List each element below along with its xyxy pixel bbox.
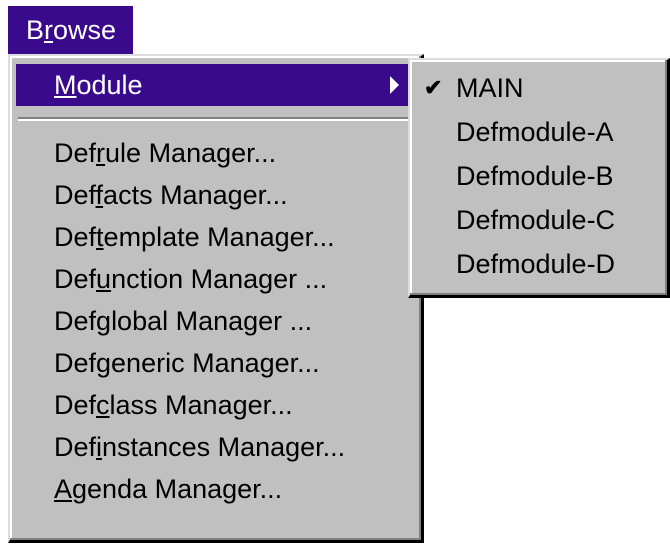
browse-menu-label-post: owse xyxy=(53,15,117,45)
menu-item-label-post: genda Manager... xyxy=(72,474,283,504)
submenu-item-label: Defmodule-D xyxy=(456,249,616,279)
menu-item-label-pre: Def xyxy=(54,306,97,336)
menu-item-mnemonic: A xyxy=(54,474,73,504)
menu-item-label-post: acts Manager... xyxy=(103,180,288,210)
menu-item-deftemplate-manager[interactable]: Deftemplate Manager... xyxy=(16,216,413,258)
menu-item-label-post: odule xyxy=(76,70,143,100)
submenu-item-defmodule-d[interactable]: Defmodule-D xyxy=(414,242,661,286)
menu-item-label-post: lass Manager... xyxy=(109,390,293,420)
module-submenu: ✔ MAIN Defmodule-A Defmodule-B Defmodule… xyxy=(408,58,670,298)
submenu-item-main[interactable]: ✔ MAIN xyxy=(414,66,661,110)
menu-item-mnemonic: M xyxy=(54,70,77,100)
submenu-item-label: Defmodule-A xyxy=(456,117,614,147)
menu-item-label-pre: Def xyxy=(54,138,97,168)
menu-item-label-pre: Def xyxy=(54,222,97,252)
menu-separator xyxy=(18,117,411,121)
menu-item-mnemonic: c xyxy=(96,390,110,420)
menu-item-deffacts-manager[interactable]: Deffacts Manager... xyxy=(16,174,413,216)
menu-item-mnemonic: u xyxy=(96,264,112,294)
menu-item-label-post: nstances Manager... xyxy=(102,432,346,462)
menu-item-definstances-manager[interactable]: Definstances Manager... xyxy=(16,426,413,468)
menu-item-defgeneric-manager[interactable]: Defgeneric Manager... xyxy=(16,342,413,384)
menu-item-label-post: emplate Manager... xyxy=(103,222,335,252)
submenu-item-defmodule-c[interactable]: Defmodule-C xyxy=(414,198,661,242)
menu-item-label-post: nction Manager ... xyxy=(111,264,328,294)
menu-item-label-post: ule Manager... xyxy=(105,138,277,168)
browse-dropdown: Module Defrule Manager... Deffacts Manag… xyxy=(8,54,424,543)
menu-item-defglobal-manager[interactable]: Defglobal Manager ... xyxy=(16,300,413,342)
menu-item-label-post: lobal Manager ... xyxy=(111,306,313,336)
menu-item-label-pre: Def xyxy=(54,264,97,294)
menu-item-defrule-manager[interactable]: Defrule Manager... xyxy=(16,132,413,174)
browse-menu-mnemonic: r xyxy=(44,15,54,45)
menu-item-mnemonic: r xyxy=(96,138,106,168)
menu-item-label-pre: Def xyxy=(54,432,97,462)
menu-item-label-pre: Def xyxy=(54,390,97,420)
menu-item-defclass-manager[interactable]: Defclass Manager... xyxy=(16,384,413,426)
menu-item-module[interactable]: Module xyxy=(16,64,413,106)
submenu-item-label: Defmodule-B xyxy=(456,161,614,191)
submenu-arrow-icon xyxy=(390,76,399,94)
checkmark-icon: ✔ xyxy=(424,75,443,100)
menu-item-mnemonic: f xyxy=(95,180,104,210)
browse-menu-label-pre: B xyxy=(26,15,45,45)
menu-item-mnemonic: g xyxy=(96,306,112,336)
menu-item-label: Defgeneric Manager... xyxy=(54,348,320,378)
menu-item-agenda-manager[interactable]: Agenda Manager... xyxy=(16,468,413,510)
submenu-item-defmodule-a[interactable]: Defmodule-A xyxy=(414,110,661,154)
menu-item-label-pre: Def xyxy=(54,180,96,210)
submenu-item-label: Defmodule-C xyxy=(456,205,616,235)
browse-menu[interactable]: Browse xyxy=(8,6,133,54)
submenu-item-label: MAIN xyxy=(456,73,524,103)
menu-item-deffunction-manager[interactable]: Defunction Manager ... xyxy=(16,258,413,300)
menu-item-mnemonic: t xyxy=(96,222,104,252)
submenu-item-defmodule-b[interactable]: Defmodule-B xyxy=(414,154,661,198)
